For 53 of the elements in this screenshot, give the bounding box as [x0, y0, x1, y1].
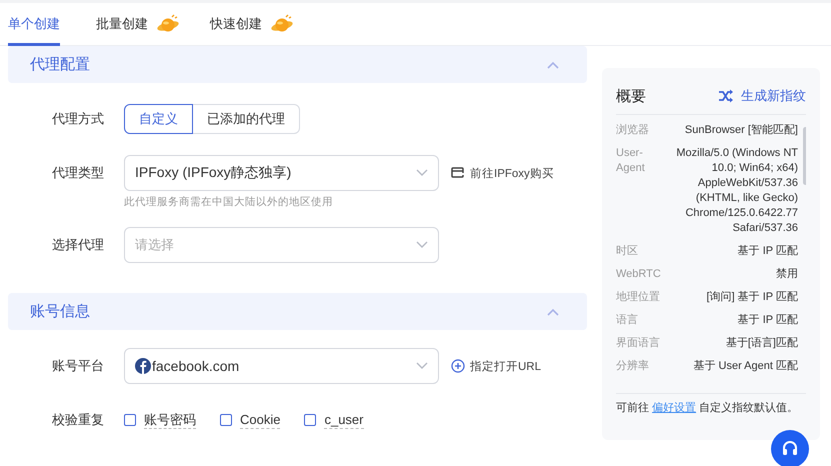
chevron-down-icon: [416, 169, 428, 177]
summary-label: 地理位置: [616, 290, 661, 305]
checkbox-label: c_user: [324, 412, 364, 428]
segment-option[interactable]: 自定义: [124, 104, 193, 134]
checkbox-label: 账号密码: [144, 412, 196, 428]
section-header[interactable]: 账号信息: [8, 293, 587, 330]
checkbox-label: Cookie: [240, 412, 280, 428]
chevron-down-icon: [416, 362, 428, 370]
field-label: 代理方式: [51, 110, 105, 128]
chevron-down-icon: [416, 241, 428, 249]
chevron-up-icon: [547, 60, 559, 68]
panel-title: 概要: [616, 86, 646, 106]
footer-note: 可前往 偏好设置 自定义指纹默认值。: [616, 400, 800, 415]
summary-value: SunBrowser [智能匹配]: [684, 123, 798, 138]
summary-value: 基于 IP 匹配: [738, 244, 798, 259]
checkbox[interactable]: [220, 414, 232, 426]
shuffle-icon: [718, 89, 734, 103]
field-label: 选择代理: [51, 236, 105, 254]
summary-label: 语言: [616, 313, 639, 328]
section-title: 代理配置: [30, 55, 90, 74]
action-link[interactable]: 指定打开URL: [451, 358, 542, 374]
summary-value: [询问] 基于 IP 匹配: [706, 290, 798, 305]
hint-text: 此代理服务商需在中国大陆以外的地区使用: [124, 195, 334, 209]
summary-value: 基于 IP 匹配: [738, 313, 798, 328]
field-label: 校验重复: [51, 411, 105, 429]
section-header[interactable]: 代理配置: [8, 46, 587, 83]
segment-option[interactable]: 已添加的代理: [193, 104, 300, 134]
field-label: 代理类型: [51, 164, 105, 182]
section-title: 账号信息: [30, 302, 90, 321]
chevron-up-icon: [547, 308, 559, 316]
summary-value: 基于[语言]匹配: [726, 336, 798, 351]
summary-value: 基于 User Agent 匹配: [693, 359, 798, 374]
summary-label: 界面语言: [616, 336, 661, 351]
window-icon: [451, 166, 465, 180]
tab[interactable]: 批量创建: [96, 2, 148, 46]
summary-value: 禁用: [776, 267, 798, 282]
tab[interactable]: 快速创建: [210, 2, 262, 46]
checkbox[interactable]: [124, 414, 136, 426]
summary-label: WebRTC: [616, 267, 662, 282]
summary-label: User-Agent: [616, 146, 646, 176]
summary-label: 分辨率: [616, 359, 650, 374]
support-button[interactable]: [771, 430, 809, 466]
add-icon: [451, 359, 465, 373]
summary-label: 时区: [616, 244, 639, 259]
generate-button[interactable]: 生成新指纹: [718, 87, 806, 105]
summary-value: Mozilla/5.0 (Windows NT 10.0; Win64; x64) AppleWebKit/537.36 (KHTML, like Gecko) Chrome/125.0.6422.77 Safari/537.36: [675, 146, 798, 236]
action-link[interactable]: 前往IPFoxy购买: [451, 166, 554, 180]
select-field[interactable]: IPFoxy (IPFoxy静态独享): [124, 155, 439, 191]
checkbox[interactable]: [304, 414, 316, 426]
headset-icon: [781, 440, 799, 458]
field-label: 账号平台: [51, 357, 105, 375]
select-field[interactable]: facebook.com: [124, 348, 439, 384]
summary-label: 浏览器: [616, 123, 650, 138]
